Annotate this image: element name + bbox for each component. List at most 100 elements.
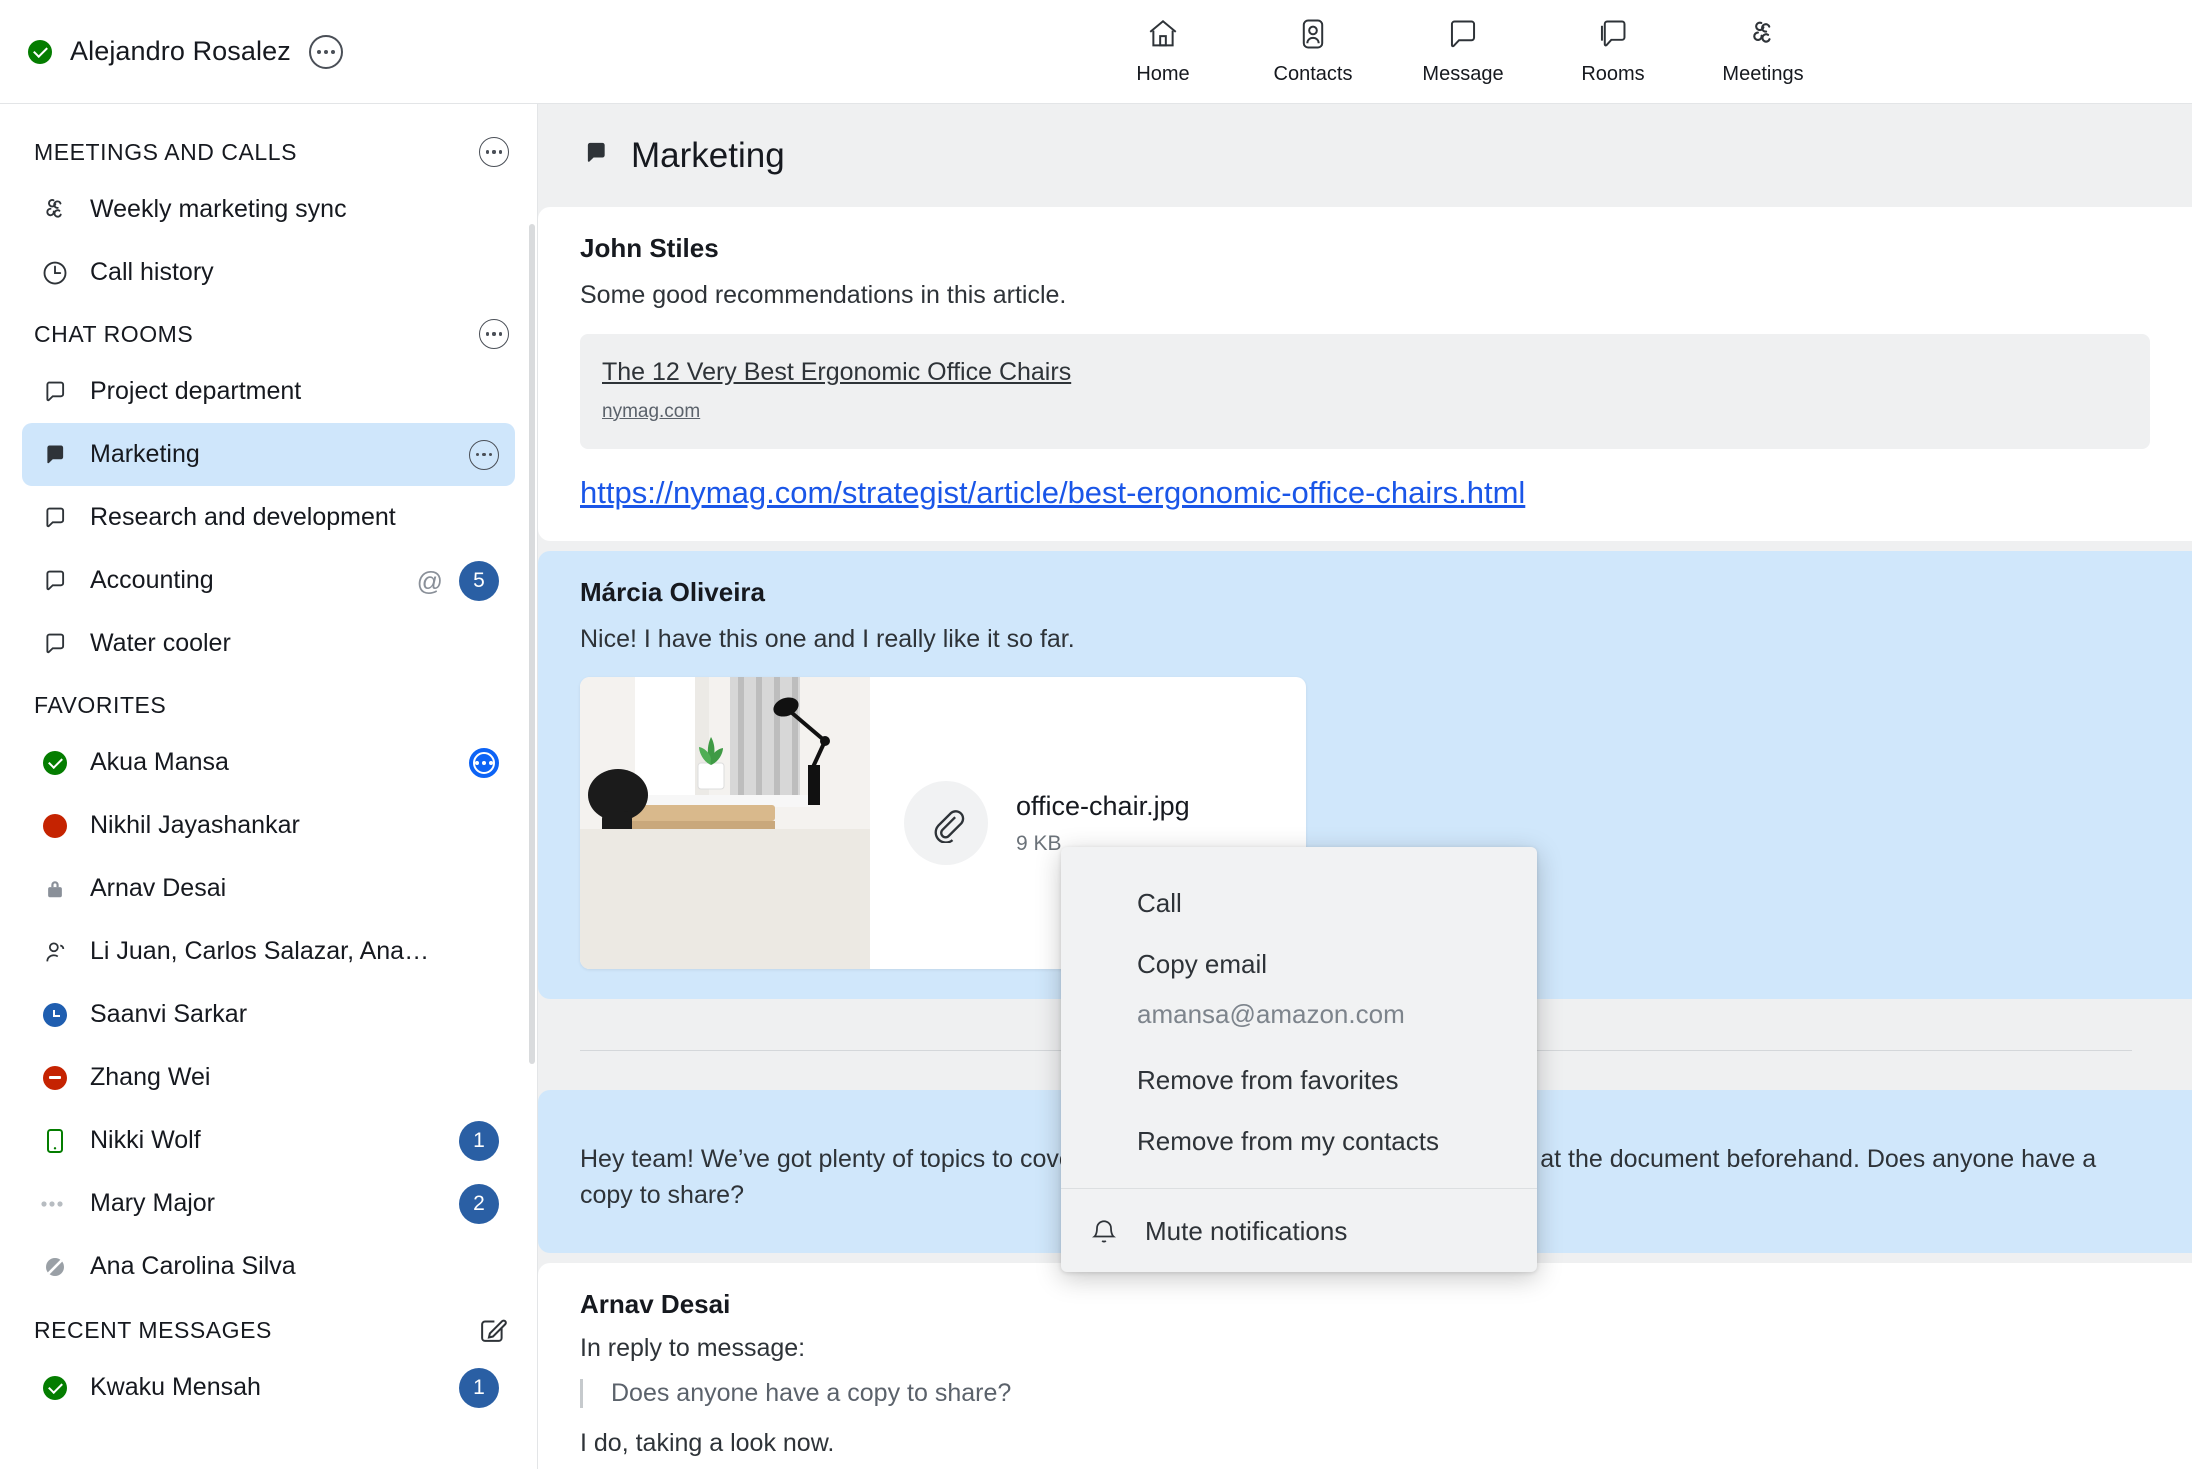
chat-outline-icon <box>40 566 70 596</box>
chat-panel: Marketing John Stiles Some good recommen… <box>538 104 2192 1469</box>
room-ellipsis-icon[interactable] <box>469 439 499 470</box>
sidebar-item-arnav-desai[interactable]: Arnav Desai <box>22 857 515 920</box>
sidebar-item-label: Research and development <box>90 503 396 531</box>
home-icon <box>1146 14 1180 54</box>
message-text: I do, taking a look now. <box>580 1429 835 1457</box>
attachment-filename: office-chair.jpg <box>1016 790 1190 821</box>
sidebar-item-label: Li Juan, Carlos Salazar, Ana… <box>90 937 430 965</box>
sidebar-item-label: Marketing <box>90 440 200 468</box>
sidebar-section-meetings-and-calls: MEETINGS AND CALLS <box>0 126 537 178</box>
context-menu-item-mute-notifications[interactable]: Mute notifications <box>1061 1201 1537 1262</box>
contact-ellipsis-icon-active[interactable] <box>469 747 499 778</box>
context-menu-divider <box>1061 1188 1537 1189</box>
message-sender: Arnav Desai <box>580 1289 731 1319</box>
sidebar-item-accounting[interactable]: Accounting @ 5 <box>22 549 515 612</box>
context-menu-item-remove-from-my-contacts[interactable]: Remove from my contacts <box>1061 1111 1537 1172</box>
presence-away-icon <box>40 1002 70 1027</box>
nav-label-contacts: Contacts <box>1273 63 1353 85</box>
sidebar-item-label: Project department <box>90 377 302 405</box>
sidebar-item-akua-mansa[interactable]: Akua Mansa <box>22 731 515 794</box>
sidebar: MEETINGS AND CALLS Weekly marketing sync… <box>0 104 538 1469</box>
message-sender: Márcia Oliveira <box>580 576 765 607</box>
sidebar-item-ana-carolina-silva[interactable]: Ana Carolina Silva <box>22 1235 515 1298</box>
message-link[interactable]: https://nymag.com/strategist/article/bes… <box>580 475 1525 511</box>
nav-item-home[interactable]: Home <box>1088 6 1238 86</box>
contact-context-menu[interactable]: Call Copy email amansa@amazon.com Remove… <box>1061 847 1537 1272</box>
meetings-icon <box>1746 14 1780 54</box>
chat-outline-icon <box>40 503 70 533</box>
message-item[interactable]: John Stiles Some good recommendations in… <box>538 207 2192 541</box>
top-bar: Alejandro Rosalez Home Contacts Message … <box>0 0 2192 104</box>
presence-dnd-icon <box>40 1065 70 1090</box>
sidebar-item-label: Saanvi Sarkar <box>90 1000 248 1028</box>
sidebar-item-water-cooler[interactable]: Water cooler <box>22 612 515 675</box>
context-menu-label: Mute notifications <box>1145 1216 1348 1246</box>
sidebar-item-nikhil-jayashankar[interactable]: Nikhil Jayashankar <box>22 794 515 857</box>
link-preview-card[interactable]: The 12 Very Best Ergonomic Office Chairs… <box>580 333 2150 449</box>
context-menu-label: Remove from favorites <box>1137 1065 1399 1095</box>
sidebar-section-chat-rooms: CHAT ROOMS <box>0 308 537 360</box>
sidebar-item-marketing[interactable]: Marketing <box>22 423 515 486</box>
presence-available-icon <box>28 39 52 64</box>
sidebar-item-label: Kwaku Mensah <box>90 1373 261 1401</box>
message-text: Nice! I have this one and I really like … <box>580 624 1075 653</box>
sidebar-item-label: Zhang Wei <box>90 1063 211 1091</box>
nav-item-message[interactable]: Message <box>1388 6 1538 86</box>
sidebar-section-favorites: FAVORITES <box>0 679 537 731</box>
context-menu-item-call[interactable]: Call <box>1061 873 1537 934</box>
account-name: Alejandro Rosalez <box>70 36 291 66</box>
chat-outline-icon <box>40 629 70 659</box>
section-title: FAVORITES <box>34 691 167 718</box>
sidebar-item-project-department[interactable]: Project department <box>22 360 515 423</box>
section-ellipsis-icon[interactable] <box>479 137 509 167</box>
link-preview-domain[interactable]: nymag.com <box>602 401 700 423</box>
mention-icon: @ <box>416 565 443 596</box>
sidebar-item-saanvi-sarkar[interactable]: Saanvi Sarkar <box>22 983 515 1046</box>
context-menu-item-remove-from-favorites[interactable]: Remove from favorites <box>1061 1050 1537 1111</box>
reply-label: In reply to message: <box>580 1334 806 1362</box>
nav-label-rooms: Rooms <box>1581 63 1645 85</box>
context-menu-label: Copy email <box>1137 949 1268 979</box>
sidebar-item-zhang-wei[interactable]: Zhang Wei <box>22 1046 515 1109</box>
sidebar-item-label: Akua Mansa <box>90 748 229 776</box>
link-preview-title[interactable]: The 12 Very Best Ergonomic Office Chairs <box>602 358 1071 387</box>
sidebar-item-kwaku-mensah[interactable]: Kwaku Mensah 1 <box>22 1356 515 1419</box>
presence-offline-icon <box>40 1255 70 1279</box>
page-title: Marketing <box>631 135 785 175</box>
sidebar-item-mary-major[interactable]: Mary Major 2 <box>22 1172 515 1235</box>
sidebar-item-label: Water cooler <box>90 629 231 657</box>
sidebar-item-weekly-marketing-sync[interactable]: Weekly marketing sync <box>22 178 515 241</box>
reply-quote: Does anyone have a copy to share? <box>580 1379 2152 1408</box>
nav-item-rooms[interactable]: Rooms <box>1538 6 1688 86</box>
top-navigation: Home Contacts Message Rooms Meetings <box>1088 6 1838 86</box>
sidebar-item-label: Ana Carolina Silva <box>90 1252 296 1280</box>
nav-label-message: Message <box>1422 63 1504 85</box>
clock-icon <box>40 258 70 288</box>
sidebar-item-label: Arnav Desai <box>90 874 227 902</box>
message-item[interactable]: Arnav Desai In reply to message: Does an… <box>538 1263 2192 1469</box>
sidebar-item-call-history[interactable]: Call history <box>22 241 515 304</box>
account-block[interactable]: Alejandro Rosalez <box>0 34 343 69</box>
nav-item-contacts[interactable]: Contacts <box>1238 6 1388 86</box>
section-ellipsis-icon[interactable] <box>479 319 509 349</box>
sidebar-scrollbar[interactable] <box>529 224 535 1064</box>
sidebar-item-label: Call history <box>90 258 214 286</box>
chat-outline-icon <box>40 377 70 407</box>
chat-filled-icon <box>580 137 612 174</box>
chat-filled-icon <box>40 440 70 470</box>
account-ellipsis-icon[interactable] <box>308 34 343 69</box>
presence-busy-icon <box>40 813 70 838</box>
attachment-thumbnail <box>580 677 870 969</box>
unread-badge: 5 <box>459 560 499 601</box>
message-list: John Stiles Some good recommendations in… <box>538 207 2192 1469</box>
sidebar-item-group-chat[interactable]: Li Juan, Carlos Salazar, Ana… <box>22 920 515 983</box>
compose-icon[interactable] <box>475 1313 509 1347</box>
paperclip-icon <box>904 781 988 865</box>
message-bubble-icon <box>1446 14 1480 54</box>
context-menu-item-copy-email[interactable]: Copy email <box>1061 934 1537 995</box>
typing-icon <box>40 1198 70 1210</box>
rooms-icon <box>1596 14 1630 54</box>
sidebar-item-nikki-wolf[interactable]: Nikki Wolf 1 <box>22 1109 515 1172</box>
nav-item-meetings[interactable]: Meetings <box>1688 6 1838 86</box>
sidebar-item-research-and-development[interactable]: Research and development <box>22 486 515 549</box>
